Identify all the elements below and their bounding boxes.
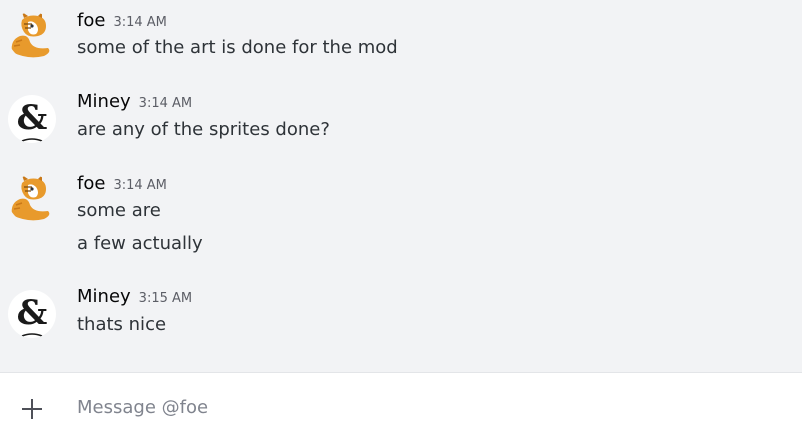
message-header: foe 3:14 AM <box>77 173 167 197</box>
message-text: are any of the sprites done? <box>77 119 330 140</box>
username[interactable]: foe <box>77 10 105 31</box>
timestamp[interactable]: 3:14 AM <box>139 96 192 111</box>
message-text: thats nice <box>77 314 167 335</box>
message-text: some are <box>77 200 161 221</box>
cat-avatar-icon[interactable] <box>8 12 56 60</box>
message-header: Miney 3:14 AM <box>77 91 192 115</box>
timestamp[interactable]: 3:15 AM <box>139 291 192 306</box>
message-header: Miney 3:15 AM <box>77 286 192 310</box>
username[interactable]: foe <box>77 173 105 194</box>
message-input[interactable] <box>77 393 777 421</box>
ampersand-avatar-icon[interactable]: & <box>8 290 56 338</box>
message-composer <box>0 372 802 441</box>
svg-text:&: & <box>17 98 48 138</box>
message-text: some of the art is done for the mod <box>77 37 398 58</box>
cat-avatar-icon[interactable] <box>8 175 56 223</box>
message-text: a few actually <box>77 233 203 254</box>
plus-icon[interactable] <box>20 397 44 421</box>
timestamp[interactable]: 3:14 AM <box>113 178 166 193</box>
username[interactable]: Miney <box>77 286 131 307</box>
message-header: foe 3:14 AM <box>77 10 167 34</box>
username[interactable]: Miney <box>77 91 131 112</box>
ampersand-avatar-icon[interactable]: & <box>8 95 56 143</box>
svg-text:&: & <box>17 293 48 333</box>
message-list: foe 3:14 AM some of the art is done for t… <box>0 0 802 372</box>
timestamp[interactable]: 3:14 AM <box>113 15 166 30</box>
